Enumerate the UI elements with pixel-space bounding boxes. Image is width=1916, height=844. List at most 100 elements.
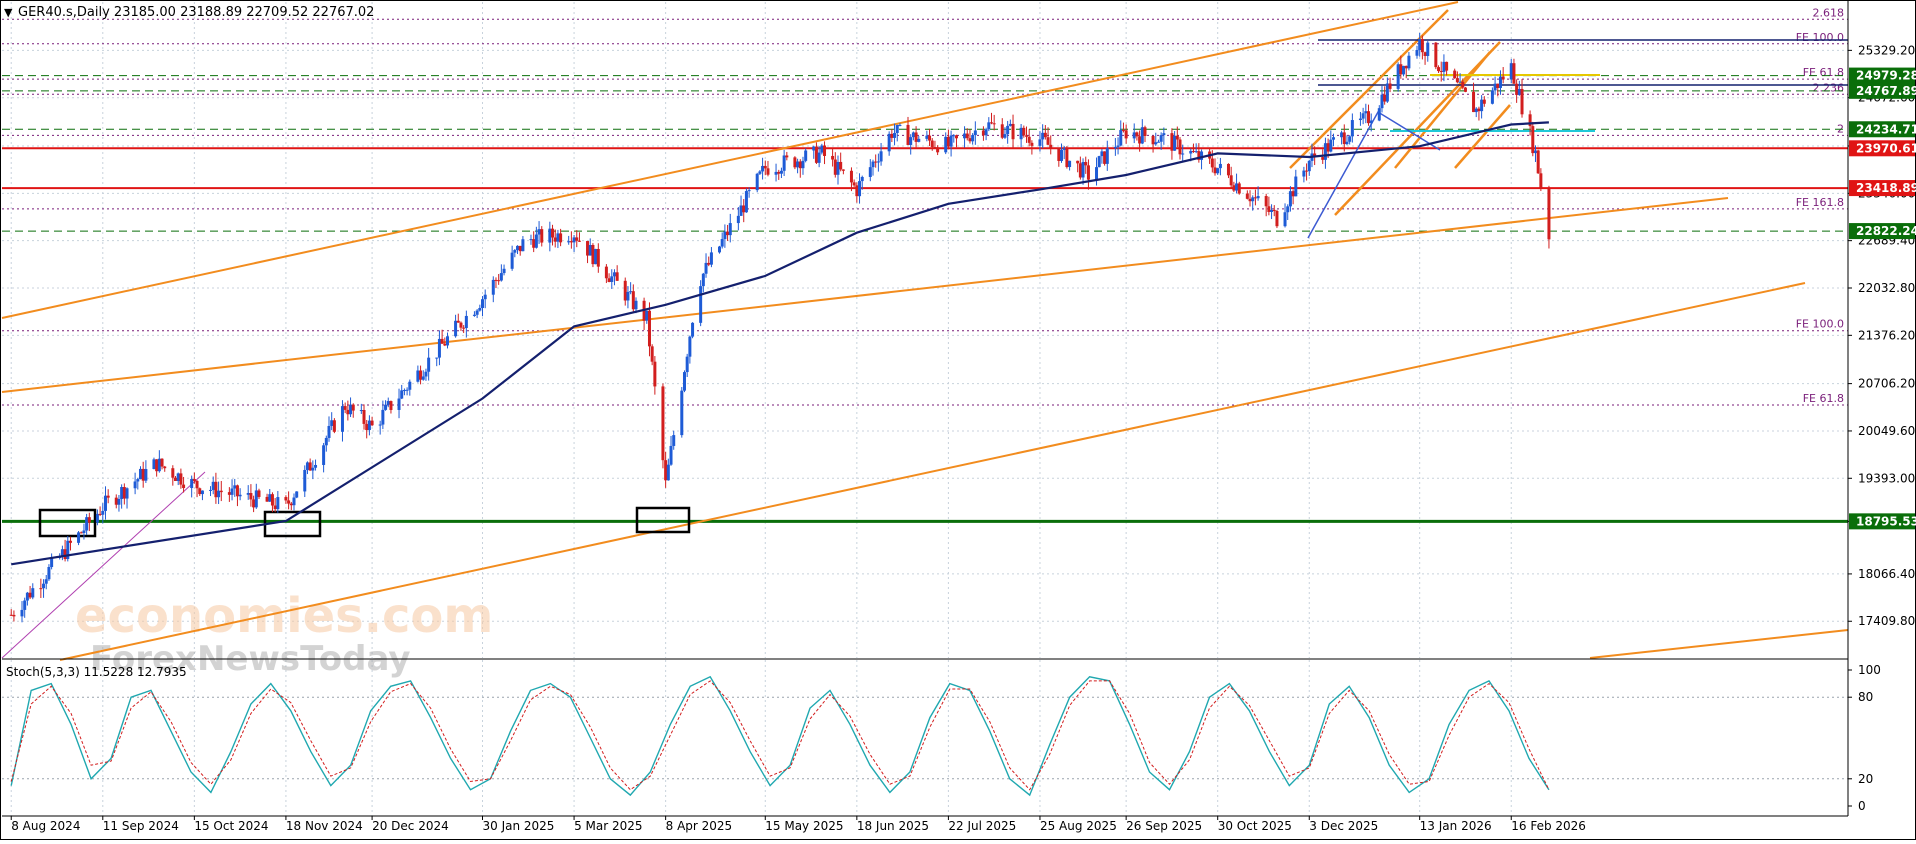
candle-up (295, 491, 298, 497)
fib-label: FE 100.0 (1796, 31, 1844, 44)
candle-down (815, 147, 818, 163)
y-tick-label: 19393.00 (1858, 471, 1915, 485)
candle-down (1076, 161, 1079, 164)
candle-up (1270, 210, 1273, 212)
candle-up (322, 445, 325, 465)
candle-up (400, 390, 403, 398)
symbol-info: GER40.s,Daily 23185.00 23188.89 22709.52… (18, 5, 374, 20)
candle-down (1230, 175, 1233, 185)
candle-up (21, 610, 24, 616)
candle-up (1003, 134, 1006, 138)
candle-up (521, 239, 524, 251)
candle-down (1192, 151, 1195, 152)
fib-label: FE 100.0 (1796, 318, 1844, 331)
candle-up (748, 190, 751, 191)
candle-up (702, 274, 705, 286)
candle-down (1122, 130, 1125, 131)
candle-up (699, 286, 702, 323)
candle-up (190, 479, 193, 488)
candle-up (314, 465, 317, 468)
candle-up (871, 162, 874, 168)
candle-down (236, 485, 239, 496)
candle-down (777, 172, 780, 174)
header: ▼ GER40.s,Daily 23185.00 23188.89 22709.… (4, 5, 374, 679)
menu-arrow-icon[interactable]: ▼ (4, 6, 13, 19)
candle-down (559, 233, 562, 242)
candle-up (952, 135, 955, 136)
candle-up (925, 136, 928, 139)
candle-down (648, 311, 651, 347)
candle-down (1292, 191, 1295, 196)
candle-down (947, 137, 950, 147)
candle-up (303, 470, 306, 491)
candle-down (1472, 92, 1475, 112)
candle-up (1095, 167, 1098, 180)
candle-up (626, 292, 629, 301)
x-tick-label: 3 Dec 2025 (1309, 819, 1378, 833)
candle-down (651, 346, 654, 361)
candle-up (1219, 164, 1222, 168)
candle-up (406, 390, 409, 391)
candle-down (1399, 64, 1402, 74)
candle-down (1445, 62, 1448, 71)
candle-down (1343, 132, 1346, 144)
candle-up (729, 223, 732, 235)
candle-down (12, 615, 15, 616)
candle-down (1079, 163, 1082, 177)
candle-up (152, 459, 155, 469)
candle-down (519, 246, 522, 251)
candle-down (933, 147, 936, 148)
candle-down (554, 237, 557, 241)
candle-down (64, 549, 67, 559)
candle-up (796, 161, 799, 167)
x-tick-label: 30 Jan 2025 (483, 819, 555, 833)
candle-down (220, 491, 223, 492)
candle-down (419, 371, 422, 380)
candle-down (346, 410, 349, 414)
candle-down (915, 132, 918, 141)
level-price-label: 23970.61 (1856, 141, 1916, 155)
candle-up (328, 426, 331, 438)
candle-up (349, 405, 352, 415)
candle-up (120, 487, 123, 499)
chart-svg[interactable]: economies.com ForexNewsToday 2.618FE 100… (0, 0, 1916, 840)
candle-up (567, 241, 570, 242)
candle-up (836, 162, 839, 175)
candle-down (591, 245, 594, 264)
stoch-label: Stoch(5,3,3) 11.5228 12.7935 (6, 665, 187, 679)
candle-down (29, 593, 32, 598)
fib-label: 2.236 (1813, 81, 1845, 94)
candle-up (645, 311, 648, 321)
candle-up (492, 280, 495, 295)
candle-down (1456, 78, 1459, 82)
candle-up (1020, 128, 1023, 139)
candle-up (1286, 206, 1289, 212)
candle-down (1539, 173, 1542, 188)
candle-up (360, 410, 363, 411)
candle-down (457, 321, 460, 323)
x-tick-label: 30 Oct 2025 (1218, 819, 1292, 833)
candle-up (635, 301, 638, 309)
candle-down (1211, 159, 1214, 168)
candle-up (1098, 156, 1101, 167)
candle-up (465, 316, 468, 328)
y-tick-label: 20706.20 (1858, 377, 1915, 391)
candle-up (818, 153, 821, 163)
candle-down (990, 122, 993, 123)
candle-down (333, 420, 336, 432)
candle-up (1370, 121, 1373, 124)
candle-down (1405, 66, 1408, 68)
candle-up (909, 137, 912, 145)
candle-up (500, 273, 503, 280)
candle-down (1531, 126, 1534, 153)
candle-up (117, 499, 120, 505)
candle-down (228, 492, 231, 495)
candle-up (1173, 136, 1176, 151)
x-tick-label: 11 Sep 2024 (103, 819, 179, 833)
candle-down (907, 125, 910, 145)
candle-up (50, 558, 53, 567)
candle-down (982, 130, 985, 135)
candle-down (936, 147, 939, 152)
candle-down (1143, 127, 1146, 136)
candle-up (974, 130, 977, 135)
